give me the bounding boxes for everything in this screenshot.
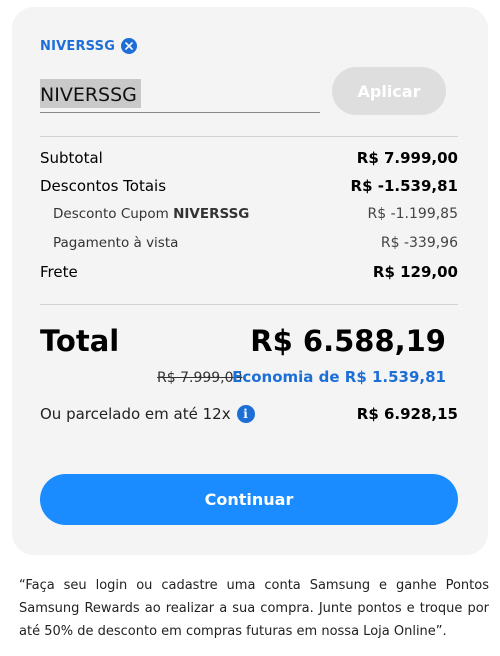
total-discounts-row: Descontos Totais R$ -1.539,81 bbox=[40, 177, 458, 195]
apply-coupon-button[interactable]: Aplicar bbox=[332, 67, 446, 115]
shipping-value: R$ 129,00 bbox=[372, 263, 458, 281]
original-price: R$ 7.999,00 bbox=[157, 370, 243, 386]
coupon-input[interactable] bbox=[40, 71, 320, 113]
installment-label: Ou parcelado em até 12x bbox=[40, 405, 231, 423]
coupon-discount-row: Desconto Cupom NIVERSSG R$ -1.199,85 bbox=[40, 206, 458, 222]
installment-info: Ou parcelado em até 12x i bbox=[40, 405, 255, 423]
close-icon[interactable] bbox=[121, 38, 138, 54]
coupon-discount-code: NIVERSSG bbox=[173, 206, 250, 222]
order-summary-card: NIVERSSG Aplicar Subtotal R$ 7.999,00 De… bbox=[12, 7, 488, 555]
coupon-discount-value: R$ -1.199,85 bbox=[367, 206, 458, 222]
applied-coupon-tag: NIVERSSG bbox=[40, 38, 138, 54]
installment-value: R$ 6.928,15 bbox=[356, 405, 458, 423]
installment-row: Ou parcelado em até 12x i R$ 6.928,15 bbox=[40, 405, 458, 423]
info-icon[interactable]: i bbox=[236, 405, 255, 423]
savings-text: Economia de R$ 1.539,81 bbox=[232, 368, 446, 386]
total-discounts-value: R$ -1.539,81 bbox=[350, 177, 458, 195]
coupon-discount-prefix: Desconto Cupom bbox=[53, 206, 174, 222]
shipping-row: Frete R$ 129,00 bbox=[40, 263, 458, 281]
cash-payment-value: R$ -339,96 bbox=[380, 235, 458, 251]
divider bbox=[40, 304, 458, 305]
subtotal-row: Subtotal R$ 7.999,00 bbox=[40, 149, 458, 167]
subtotal-label: Subtotal bbox=[40, 149, 103, 167]
total-label: Total bbox=[40, 324, 120, 358]
divider bbox=[40, 136, 458, 137]
continue-button[interactable]: Continuar bbox=[40, 474, 458, 525]
total-discounts-label: Descontos Totais bbox=[40, 177, 167, 195]
shipping-label: Frete bbox=[40, 263, 78, 281]
applied-coupon-code: NIVERSSG bbox=[40, 38, 116, 54]
coupon-discount-label: Desconto Cupom NIVERSSG bbox=[40, 206, 249, 222]
rewards-footnote: “Faça seu login ou cadastre uma conta Sa… bbox=[19, 578, 489, 639]
subtotal-value: R$ 7.999,00 bbox=[356, 149, 458, 167]
cash-payment-row: Pagamento à vista R$ -339,96 bbox=[40, 235, 458, 251]
total-value: R$ 6.588,19 bbox=[250, 324, 446, 358]
cash-payment-label: Pagamento à vista bbox=[53, 235, 179, 251]
